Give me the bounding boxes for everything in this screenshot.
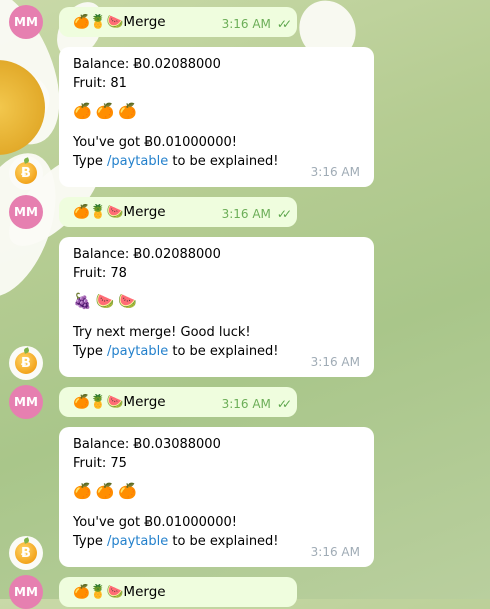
balance-text: Balance: Ƀ0.03088000 — [73, 437, 221, 452]
result-text: You've got Ƀ0.01000000! — [73, 135, 237, 150]
bitcoin-fruit-icon: Ƀ — [15, 162, 37, 184]
balance-text: Balance: Ƀ0.02088000 — [73, 247, 221, 262]
fruit-reels: 🍊🍊🍊 — [73, 482, 142, 500]
hint-suffix: to be explained! — [168, 154, 279, 169]
message-time: 3:16 AM — [221, 207, 271, 221]
bot-reply-message[interactable]: Balance: Ƀ0.02088000 Fruit: 78 🍇🍉🍉 Try n… — [59, 237, 374, 377]
paytable-command-link[interactable]: /paytable — [107, 154, 168, 169]
message-time: 3:16 AM — [310, 545, 360, 559]
message-text: 🍊🍍🍉Merge — [73, 584, 166, 600]
bot-avatar[interactable]: Ƀ — [9, 346, 43, 380]
message-time: 3:16 AM — [221, 397, 271, 411]
hint-suffix: to be explained! — [168, 344, 279, 359]
message-text: 🍊🍍🍉Merge — [73, 14, 166, 30]
fruit-count: Fruit: 75 — [73, 456, 127, 471]
outgoing-message[interactable]: 🍊🍍🍉Merge 3:16 AM ✓✓ — [59, 387, 297, 417]
read-checkmarks-icon: ✓✓ — [276, 17, 292, 31]
bot-avatar[interactable]: Ƀ — [9, 156, 43, 190]
user-avatar-initials: MM — [14, 15, 38, 29]
message-text: 🍊🍍🍉Merge — [73, 394, 166, 410]
user-avatar-initials: MM — [14, 585, 38, 599]
user-avatar-initials: MM — [14, 205, 38, 219]
bot-reply-message[interactable]: Balance: Ƀ0.02088000 Fruit: 81 🍊🍊🍊 You'v… — [59, 47, 374, 187]
read-checkmarks-icon: ✓✓ — [276, 397, 292, 411]
bitcoin-fruit-icon: Ƀ — [15, 352, 37, 374]
bitcoin-fruit-icon: Ƀ — [15, 542, 37, 564]
message-time: 3:16 AM — [221, 17, 271, 31]
user-avatar-initials: MM — [14, 395, 38, 409]
paytable-command-link[interactable]: /paytable — [107, 344, 168, 359]
bot-reply-message[interactable]: Balance: Ƀ0.03088000 Fruit: 75 🍊🍊🍊 You'v… — [59, 427, 374, 567]
result-text: You've got Ƀ0.01000000! — [73, 515, 237, 530]
message-meta: 3:16 AM ✓✓ — [221, 397, 292, 411]
paytable-command-link[interactable]: /paytable — [107, 534, 168, 549]
result-text: Try next merge! Good luck! — [73, 325, 251, 340]
message-text: 🍊🍍🍉Merge — [73, 204, 166, 220]
user-avatar[interactable]: MM — [9, 385, 43, 419]
outgoing-message[interactable]: 🍊🍍🍉Merge — [59, 577, 297, 607]
message-meta: 3:16 AM ✓✓ — [221, 207, 292, 221]
balance-text: Balance: Ƀ0.02088000 — [73, 57, 221, 72]
bot-avatar[interactable]: Ƀ — [9, 536, 43, 570]
hint-prefix: Type — [73, 154, 107, 169]
fruit-reels: 🍇🍉🍉 — [73, 292, 142, 310]
message-meta: 3:16 AM ✓✓ — [221, 17, 292, 31]
outgoing-message[interactable]: 🍊🍍🍉Merge 3:16 AM ✓✓ — [59, 197, 297, 227]
user-avatar[interactable]: MM — [9, 575, 43, 609]
user-avatar[interactable]: MM — [9, 195, 43, 229]
message-time: 3:16 AM — [310, 355, 360, 369]
message-time: 3:16 AM — [310, 165, 360, 179]
fruit-reels: 🍊🍊🍊 — [73, 102, 142, 120]
hint-prefix: Type — [73, 534, 107, 549]
fruit-count: Fruit: 81 — [73, 76, 127, 91]
read-checkmarks-icon: ✓✓ — [276, 207, 292, 221]
hint-suffix: to be explained! — [168, 534, 279, 549]
hint-prefix: Type — [73, 344, 107, 359]
user-avatar[interactable]: MM — [9, 5, 43, 39]
fruit-count: Fruit: 78 — [73, 266, 127, 281]
outgoing-message[interactable]: 🍊🍍🍉Merge 3:16 AM ✓✓ — [59, 7, 297, 37]
